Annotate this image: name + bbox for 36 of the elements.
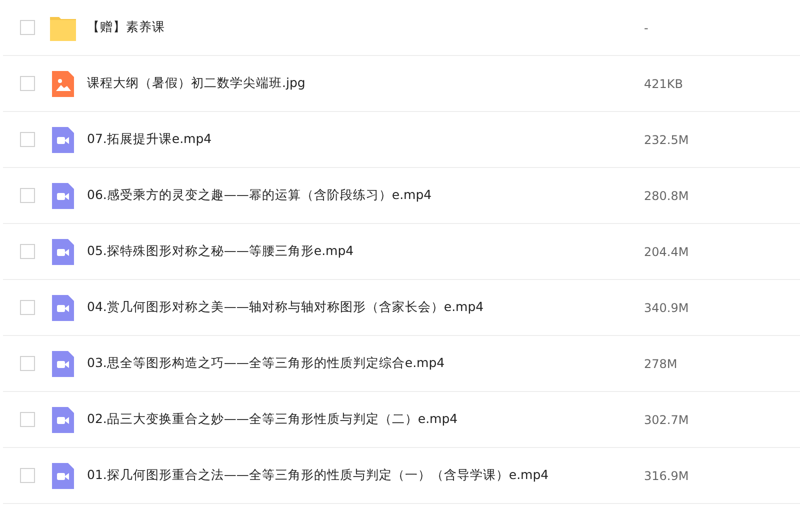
checkbox[interactable] — [20, 188, 35, 203]
checkbox[interactable] — [20, 300, 35, 315]
file-name[interactable]: 01.探几何图形重合之法——全等三角形的性质与判定（一）（含导学课）e.mp4 — [87, 467, 637, 484]
video-icon — [50, 182, 76, 208]
file-size: 316.9M — [644, 468, 689, 482]
file-size: 421KB — [644, 76, 684, 90]
video-icon — [50, 126, 76, 152]
file-size: 232.5M — [644, 132, 689, 146]
file-size: - — [644, 20, 648, 34]
video-icon — [50, 406, 76, 432]
checkbox[interactable] — [20, 356, 35, 371]
checkbox[interactable] — [20, 412, 35, 427]
checkbox[interactable] — [20, 468, 35, 483]
checkbox[interactable] — [20, 76, 35, 91]
folder-icon — [50, 14, 76, 40]
file-name[interactable]: 03.思全等图形构造之巧——全等三角形的性质判定综合e.mp4 — [87, 355, 637, 372]
file-size: 278M — [644, 356, 678, 370]
file-name[interactable]: 05.探特殊图形对称之秘——等腰三角形e.mp4 — [87, 243, 637, 260]
file-size: 302.7M — [644, 412, 689, 426]
file-name[interactable]: 02.品三大变换重合之妙——全等三角形性质与判定（二）e.mp4 — [87, 411, 637, 428]
file-name[interactable]: 06.感受乘方的灵变之趣——幂的运算（含阶段练习）e.mp4 — [87, 187, 637, 204]
video-icon — [50, 350, 76, 376]
checkbox[interactable] — [20, 244, 35, 259]
file-name[interactable]: 07.拓展提升课e.mp4 — [87, 131, 637, 148]
file-name[interactable]: 04.赏几何图形对称之美——轴对称与轴对称图形（含家长会）e.mp4 — [87, 299, 637, 316]
file-size: 280.8M — [644, 188, 689, 202]
video-icon — [50, 238, 76, 264]
file-size: 204.4M — [644, 244, 689, 258]
video-icon — [50, 294, 76, 320]
checkbox[interactable] — [20, 132, 35, 147]
checkbox[interactable] — [20, 20, 35, 35]
image-icon — [50, 70, 76, 96]
file-name[interactable]: 【赠】素养课 — [87, 19, 637, 36]
file-size: 340.9M — [644, 300, 689, 314]
file-name[interactable]: 课程大纲（暑假）初二数学尖端班.jpg — [87, 75, 637, 92]
video-icon — [50, 462, 76, 488]
